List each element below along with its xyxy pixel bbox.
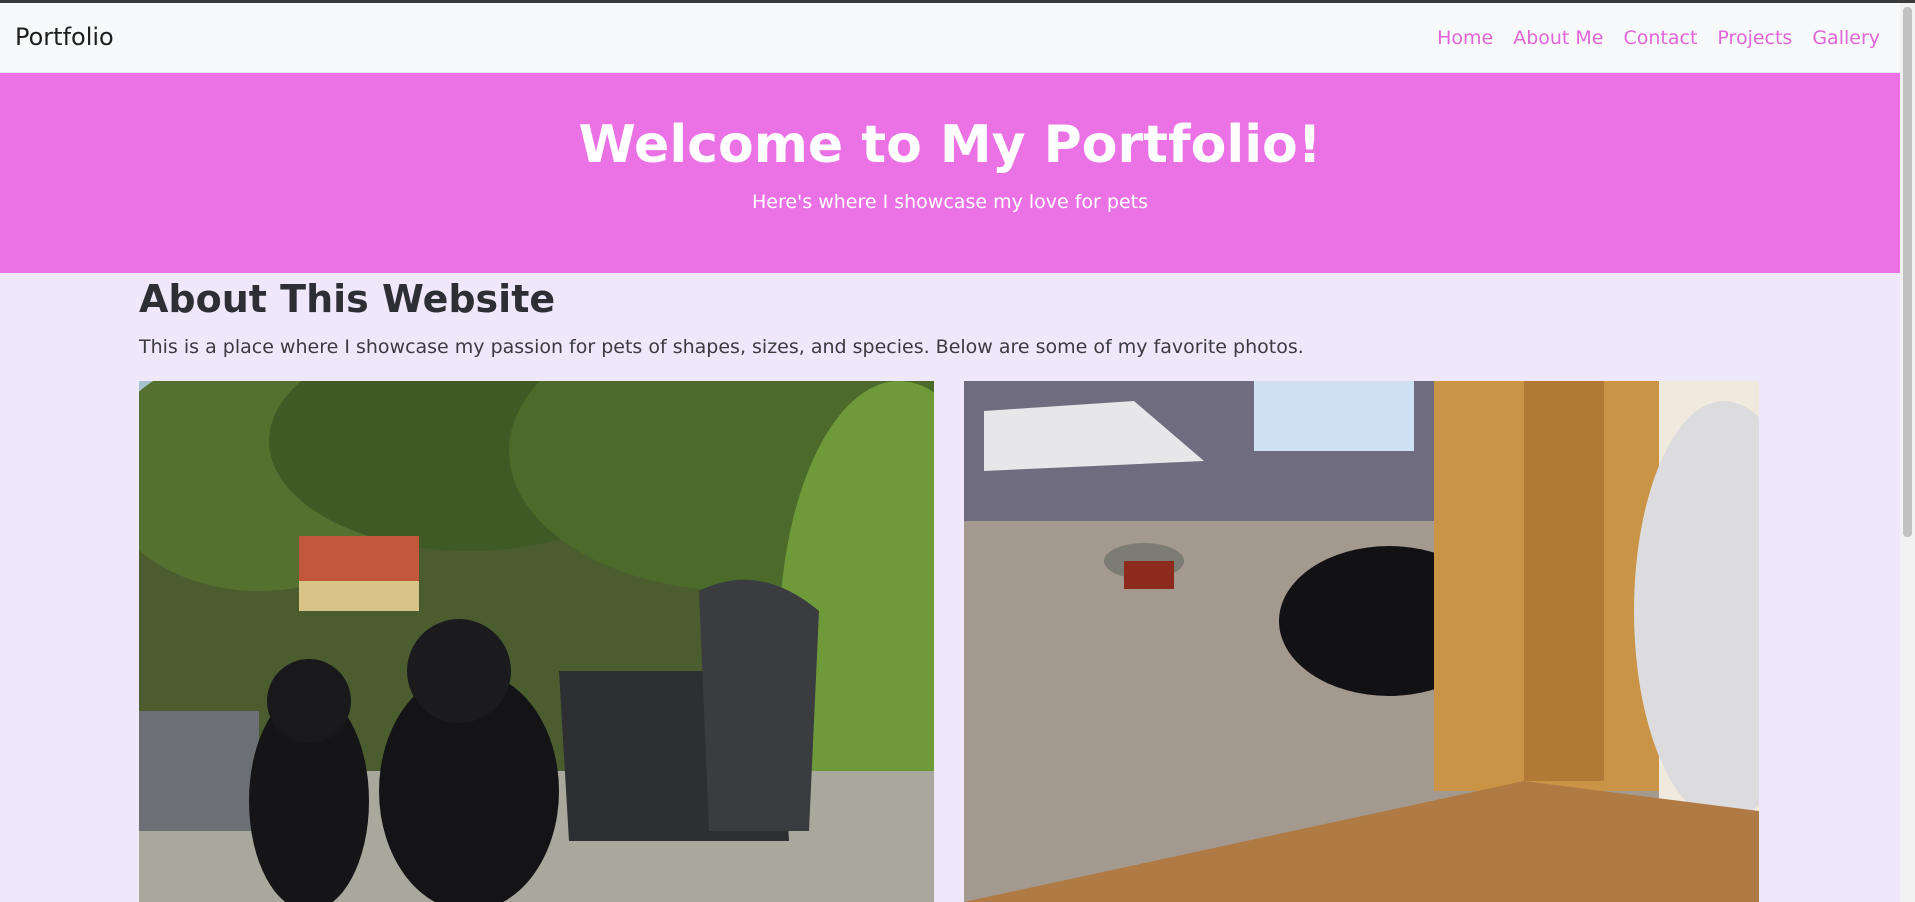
nav-link-contact[interactable]: Contact [1624, 27, 1698, 49]
nav-link-gallery[interactable]: Gallery [1812, 27, 1880, 49]
nav-links: Home About Me Contact Projects Gallery [1437, 27, 1880, 49]
brand-link[interactable]: Portfolio [15, 23, 114, 51]
nav-link-home[interactable]: Home [1437, 27, 1493, 49]
hero-title: Welcome to My Portfolio! [578, 115, 1322, 175]
nav-link-projects[interactable]: Projects [1717, 27, 1792, 49]
about-title: About This Website [139, 277, 556, 321]
vertical-scrollbar[interactable] [1900, 3, 1915, 902]
scrollbar-thumb[interactable] [1903, 7, 1912, 537]
about-text: This is a place where I showcase my pass… [139, 336, 1304, 358]
photo-rabbit [964, 381, 1759, 902]
photo-dogs [139, 381, 934, 902]
page: Portfolio Home About Me Contact Projects… [0, 3, 1900, 902]
navbar: Portfolio Home About Me Contact Projects… [0, 3, 1900, 73]
hero-subtitle: Here's where I showcase my love for pets [751, 191, 1148, 213]
hero-banner: Welcome to My Portfolio! Here's where I … [0, 73, 1900, 273]
nav-link-about-me[interactable]: About Me [1513, 27, 1603, 49]
